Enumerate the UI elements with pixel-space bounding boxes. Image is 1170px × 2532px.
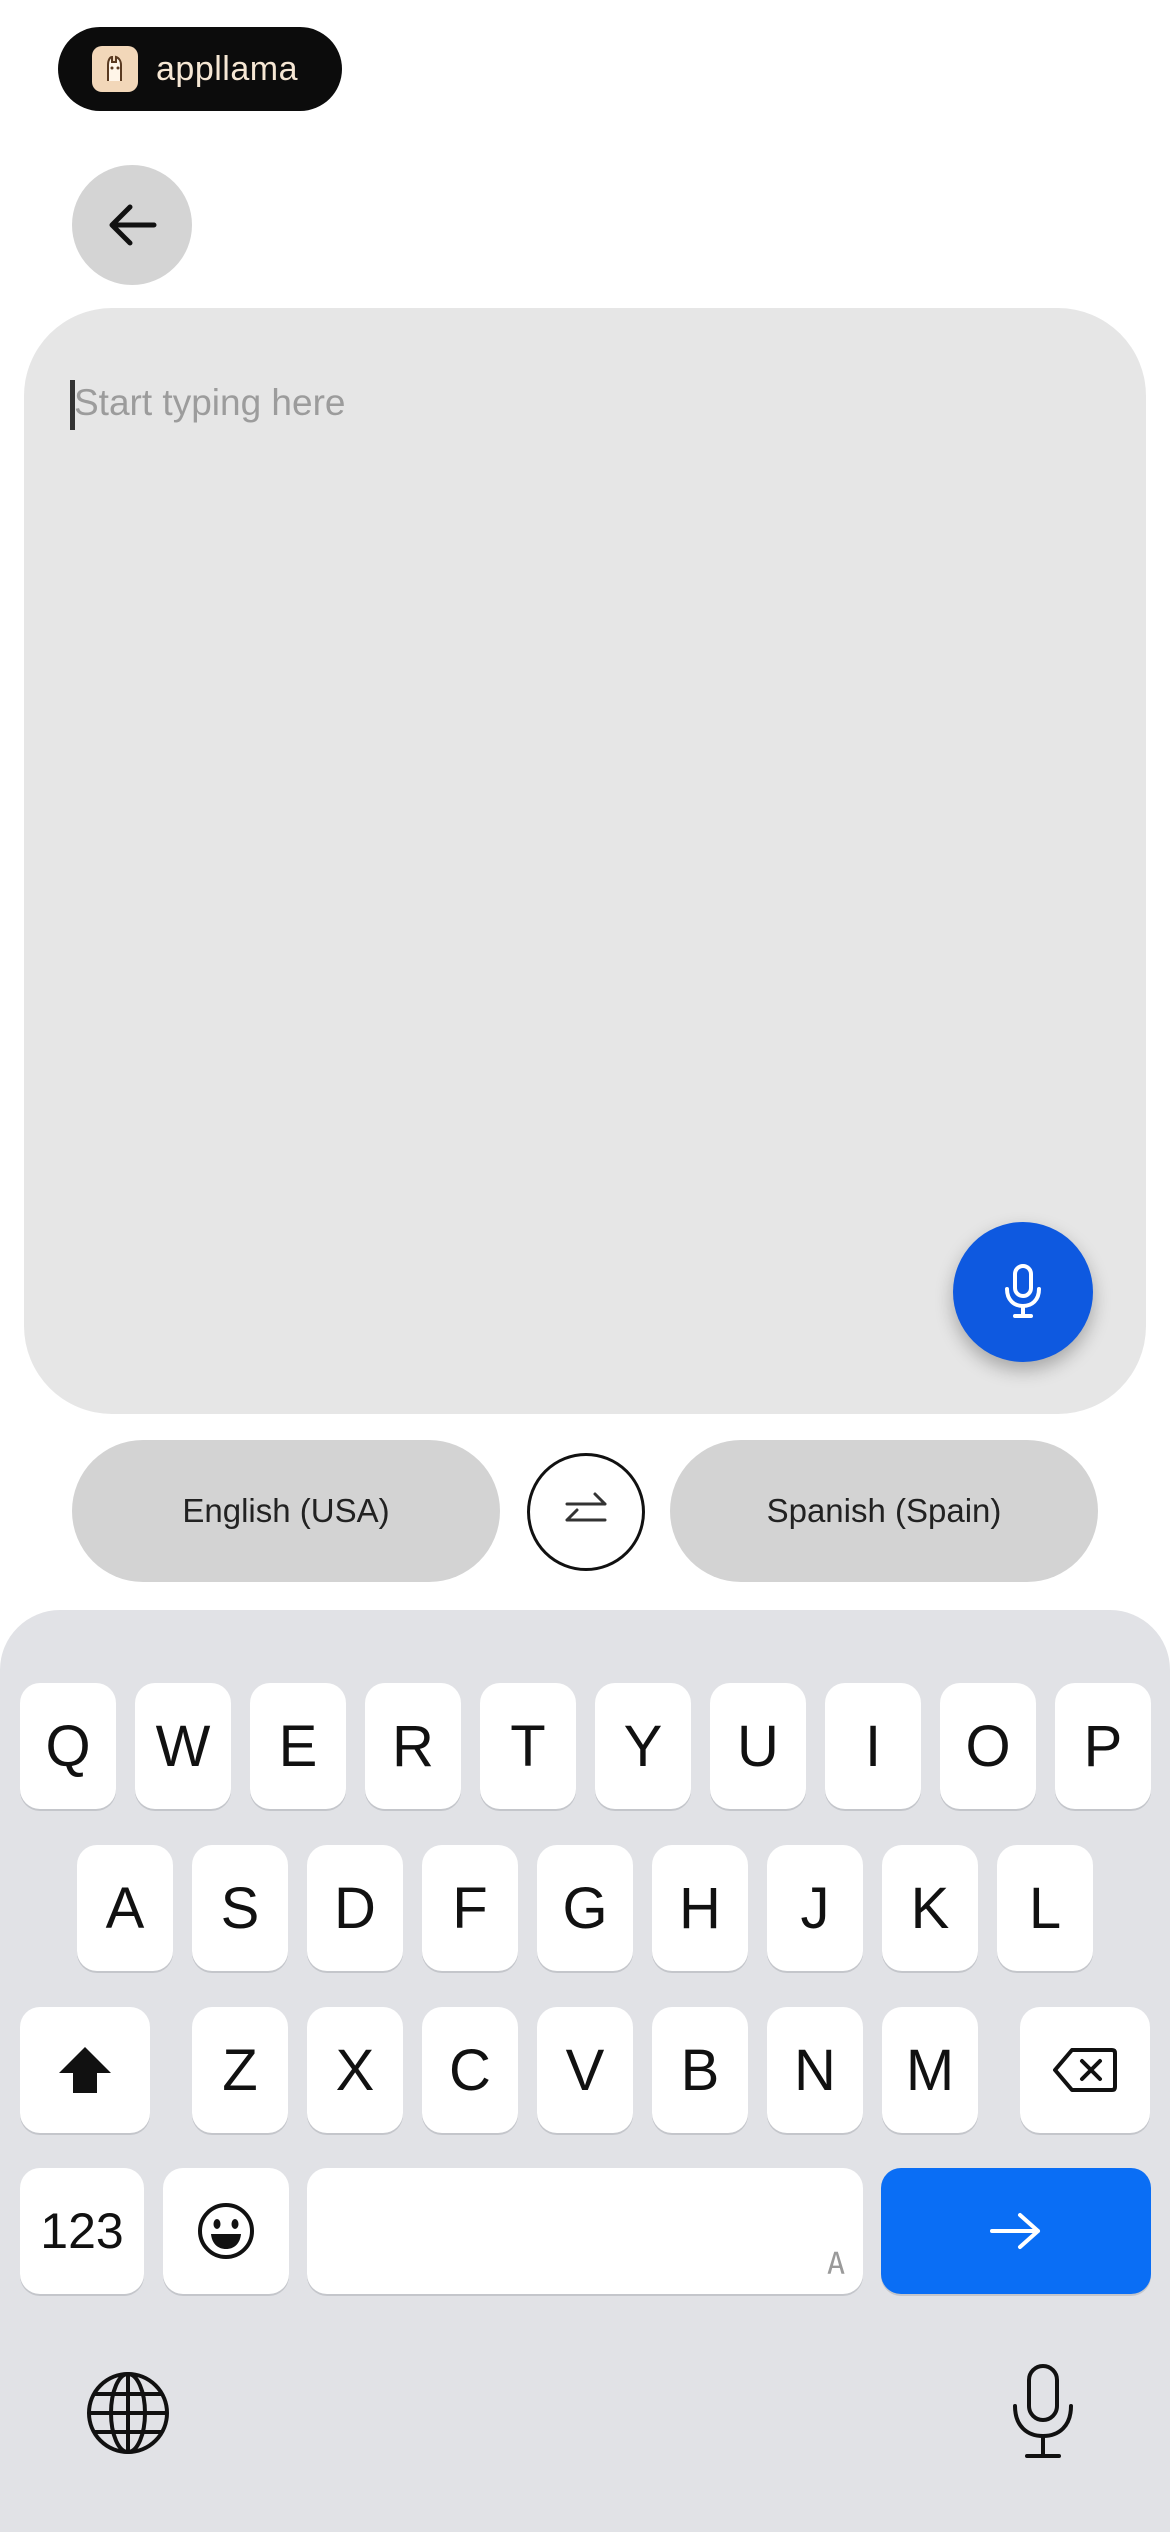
return-key[interactable] bbox=[881, 2168, 1151, 2294]
shift-arrow-icon bbox=[59, 2047, 111, 2093]
input-placeholder: Start typing here bbox=[74, 382, 346, 423]
voice-input-button[interactable] bbox=[953, 1222, 1093, 1362]
space-bar-hint: A bbox=[826, 2247, 845, 2282]
key-x[interactable]: X bbox=[307, 2007, 403, 2133]
key-p[interactable]: P bbox=[1055, 1683, 1151, 1809]
source-language-button[interactable]: English (USA) bbox=[72, 1440, 500, 1582]
swap-languages-button[interactable] bbox=[527, 1453, 645, 1571]
numbers-key[interactable]: 123 bbox=[20, 2168, 144, 2294]
brand-name: appllama bbox=[156, 49, 298, 88]
key-y[interactable]: Y bbox=[595, 1683, 691, 1809]
target-language-button[interactable]: Spanish (Spain) bbox=[670, 1440, 1098, 1582]
backspace-key[interactable] bbox=[1020, 2007, 1150, 2133]
key-t[interactable]: T bbox=[480, 1683, 576, 1809]
key-v[interactable]: V bbox=[537, 2007, 633, 2133]
key-e[interactable]: E bbox=[250, 1683, 346, 1809]
key-i[interactable]: I bbox=[825, 1683, 921, 1809]
key-s[interactable]: S bbox=[192, 1845, 288, 1971]
key-l[interactable]: L bbox=[997, 1845, 1093, 1971]
globe-icon bbox=[87, 2372, 169, 2454]
microphone-icon bbox=[1013, 2364, 1073, 2458]
key-f[interactable]: F bbox=[422, 1845, 518, 1971]
key-m[interactable]: M bbox=[882, 2007, 978, 2133]
space-bar[interactable]: A bbox=[307, 2168, 863, 2294]
key-q[interactable]: Q bbox=[20, 1683, 116, 1809]
emoji-key[interactable] bbox=[163, 2168, 289, 2294]
arrow-left-icon bbox=[109, 204, 157, 246]
key-w[interactable]: W bbox=[135, 1683, 231, 1809]
target-language-label: Spanish (Spain) bbox=[766, 1492, 1002, 1529]
arrow-right-icon bbox=[990, 2213, 1040, 2249]
key-n[interactable]: N bbox=[767, 2007, 863, 2133]
globe-key[interactable] bbox=[83, 2368, 173, 2458]
key-c[interactable]: C bbox=[422, 2007, 518, 2133]
key-k[interactable]: K bbox=[882, 1845, 978, 1971]
llama-logo-icon bbox=[92, 46, 138, 92]
key-u[interactable]: U bbox=[710, 1683, 806, 1809]
shift-key[interactable] bbox=[20, 2007, 150, 2133]
key-h[interactable]: H bbox=[652, 1845, 748, 1971]
microphone-icon bbox=[1005, 1264, 1041, 1318]
key-a[interactable]: A bbox=[77, 1845, 173, 1971]
brand-badge: appllama bbox=[58, 27, 342, 111]
emoji-smile-icon bbox=[198, 2203, 254, 2259]
dictation-key[interactable] bbox=[1005, 2362, 1081, 2462]
source-language-label: English (USA) bbox=[182, 1492, 390, 1529]
key-b[interactable]: B bbox=[652, 2007, 748, 2133]
key-r[interactable]: R bbox=[365, 1683, 461, 1809]
key-g[interactable]: G bbox=[537, 1845, 633, 1971]
key-d[interactable]: D bbox=[307, 1845, 403, 1971]
key-o[interactable]: O bbox=[940, 1683, 1036, 1809]
back-button[interactable] bbox=[72, 165, 192, 285]
backspace-icon bbox=[1053, 2048, 1117, 2092]
swap-arrows-icon bbox=[565, 1492, 607, 1522]
key-z[interactable]: Z bbox=[192, 2007, 288, 2133]
key-j[interactable]: J bbox=[767, 1845, 863, 1971]
